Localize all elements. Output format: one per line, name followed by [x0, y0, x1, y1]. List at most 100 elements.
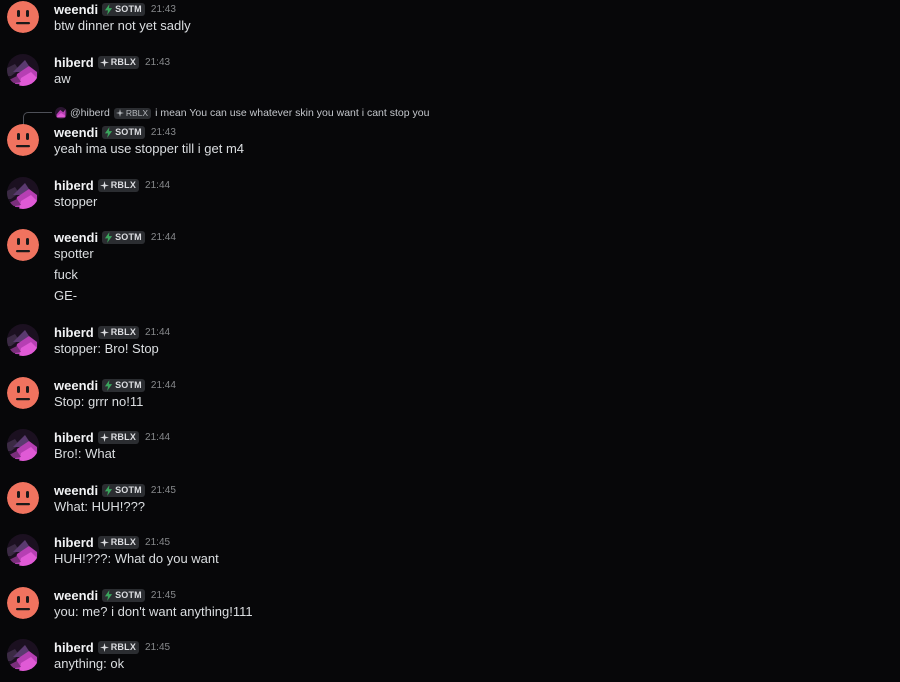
timestamp[interactable]: 21:44 — [145, 180, 170, 191]
username[interactable]: hiberd — [54, 535, 94, 550]
timestamp[interactable]: 21:45 — [145, 537, 170, 548]
server-tag-label: RBLX — [110, 327, 137, 337]
server-tag-label: RBLX — [110, 537, 137, 547]
reply-preview-text[interactable]: i mean You can use whatever skin you wan… — [155, 107, 429, 119]
server-tag-badge[interactable]: RBLX — [97, 535, 140, 549]
reply-connector — [23, 112, 52, 125]
lightning-bolt-icon — [104, 126, 113, 138]
message-header: weendi SOTM 21:44 — [54, 228, 176, 246]
message-text: Bro!: What — [54, 446, 116, 461]
server-tag-badge[interactable]: SOTM — [102, 483, 145, 497]
art-avatar-icon — [7, 639, 39, 671]
avatar[interactable] — [7, 177, 39, 209]
lightning-bolt-icon — [104, 379, 113, 391]
lightning-bolt-icon — [104, 231, 113, 243]
avatar[interactable] — [7, 639, 39, 671]
avatar[interactable] — [7, 124, 39, 156]
message-header: hiberd RBLX 21:44 — [54, 428, 170, 446]
username[interactable]: weendi — [54, 378, 98, 393]
avatar[interactable] — [7, 1, 39, 33]
username[interactable]: weendi — [54, 588, 98, 603]
timestamp[interactable]: 21:43 — [145, 57, 170, 68]
message-text: anything: ok — [54, 656, 125, 671]
timestamp[interactable]: 21:45 — [145, 642, 170, 653]
server-tag-label: SOTM — [115, 380, 142, 390]
reply-reference[interactable]: @hiberd RBLX i mean You can use whatever… — [0, 105, 900, 125]
avatar[interactable] — [7, 534, 39, 566]
message-header: hiberd RBLX 21:44 — [54, 176, 170, 194]
server-tag-badge[interactable]: RBLX — [97, 55, 140, 69]
server-tag-badge[interactable]: SOTM — [102, 2, 145, 16]
server-tag-label: SOTM — [115, 232, 142, 242]
art-avatar-icon — [7, 429, 39, 461]
avatar[interactable] — [7, 377, 39, 409]
server-tag-badge[interactable]: SOTM — [102, 588, 145, 602]
art-avatar-icon — [7, 534, 39, 566]
username[interactable]: weendi — [54, 230, 98, 245]
smiley-avatar-icon — [7, 587, 39, 619]
message-text: btw dinner not yet sadly — [54, 18, 191, 33]
message-text: HUH!???: What do you want — [54, 551, 219, 566]
server-tag-label: RBLX — [110, 180, 137, 190]
diamond-sparkle-icon — [99, 432, 109, 442]
message-text: you: me? i don't want anything!111 — [54, 604, 253, 619]
timestamp[interactable]: 21:44 — [151, 232, 176, 243]
avatar[interactable] — [7, 429, 39, 461]
message-text: yeah ima use stopper till i get m4 — [54, 141, 245, 156]
avatar[interactable] — [7, 587, 39, 619]
message-text: aw — [54, 71, 71, 86]
timestamp[interactable]: 21:45 — [151, 485, 176, 496]
username[interactable]: hiberd — [54, 178, 94, 193]
smiley-avatar-icon — [7, 124, 39, 156]
diamond-sparkle-icon — [115, 109, 124, 117]
username[interactable]: weendi — [54, 2, 98, 17]
smiley-avatar-icon — [7, 229, 39, 261]
username[interactable]: hiberd — [54, 430, 94, 445]
avatar[interactable] — [7, 54, 39, 86]
lightning-bolt-icon — [104, 3, 113, 15]
diamond-sparkle-icon — [99, 180, 109, 190]
username[interactable]: hiberd — [54, 640, 94, 655]
timestamp[interactable]: 21:44 — [145, 327, 170, 338]
reply-mention[interactable]: @hiberd — [70, 107, 110, 119]
timestamp[interactable]: 21:44 — [151, 380, 176, 391]
art-avatar-icon — [7, 177, 39, 209]
reply-avatar[interactable] — [55, 107, 67, 119]
chat-message-list[interactable]: @hiberd RBLX i mean You can use whatever… — [0, 0, 900, 682]
server-tag-badge[interactable]: RBLX — [97, 640, 140, 654]
message-header: hiberd RBLX 21:45 — [54, 638, 170, 656]
message-header: weendi SOTM 21:45 — [54, 481, 176, 499]
avatar[interactable] — [7, 482, 39, 514]
art-avatar-icon — [7, 54, 39, 86]
server-tag-badge[interactable]: RBLX — [97, 430, 140, 444]
message-header: weendi SOTM 21:43 — [54, 123, 176, 141]
server-tag-badge[interactable]: RBLX — [97, 325, 140, 339]
timestamp[interactable]: 21:45 — [151, 590, 176, 601]
server-tag-badge[interactable]: SOTM — [102, 125, 145, 139]
reply-server-tag: RBLX — [113, 107, 152, 119]
message-text: What: HUH!??? — [54, 499, 146, 514]
diamond-sparkle-icon — [99, 537, 109, 547]
timestamp[interactable]: 21:44 — [145, 432, 170, 443]
username[interactable]: hiberd — [54, 325, 94, 340]
server-tag-badge[interactable]: SOTM — [102, 378, 145, 392]
message-header: hiberd RBLX 21:44 — [54, 323, 170, 341]
message-text: spotter — [54, 246, 94, 261]
server-tag-label: SOTM — [115, 590, 142, 600]
avatar[interactable] — [7, 229, 39, 261]
diamond-sparkle-icon — [99, 642, 109, 652]
username[interactable]: weendi — [54, 483, 98, 498]
timestamp[interactable]: 21:43 — [151, 127, 176, 138]
server-tag-label: SOTM — [115, 485, 142, 495]
smiley-avatar-icon — [7, 1, 39, 33]
server-tag-badge[interactable]: RBLX — [97, 178, 140, 192]
timestamp[interactable]: 21:43 — [151, 4, 176, 15]
username[interactable]: hiberd — [54, 55, 94, 70]
avatar[interactable] — [7, 324, 39, 356]
lightning-bolt-icon — [104, 589, 113, 601]
server-tag-badge[interactable]: SOTM — [102, 230, 145, 244]
smiley-avatar-icon — [7, 482, 39, 514]
username[interactable]: weendi — [54, 125, 98, 140]
message-text: fuck — [54, 267, 78, 282]
message-header: weendi SOTM 21:44 — [54, 376, 176, 394]
